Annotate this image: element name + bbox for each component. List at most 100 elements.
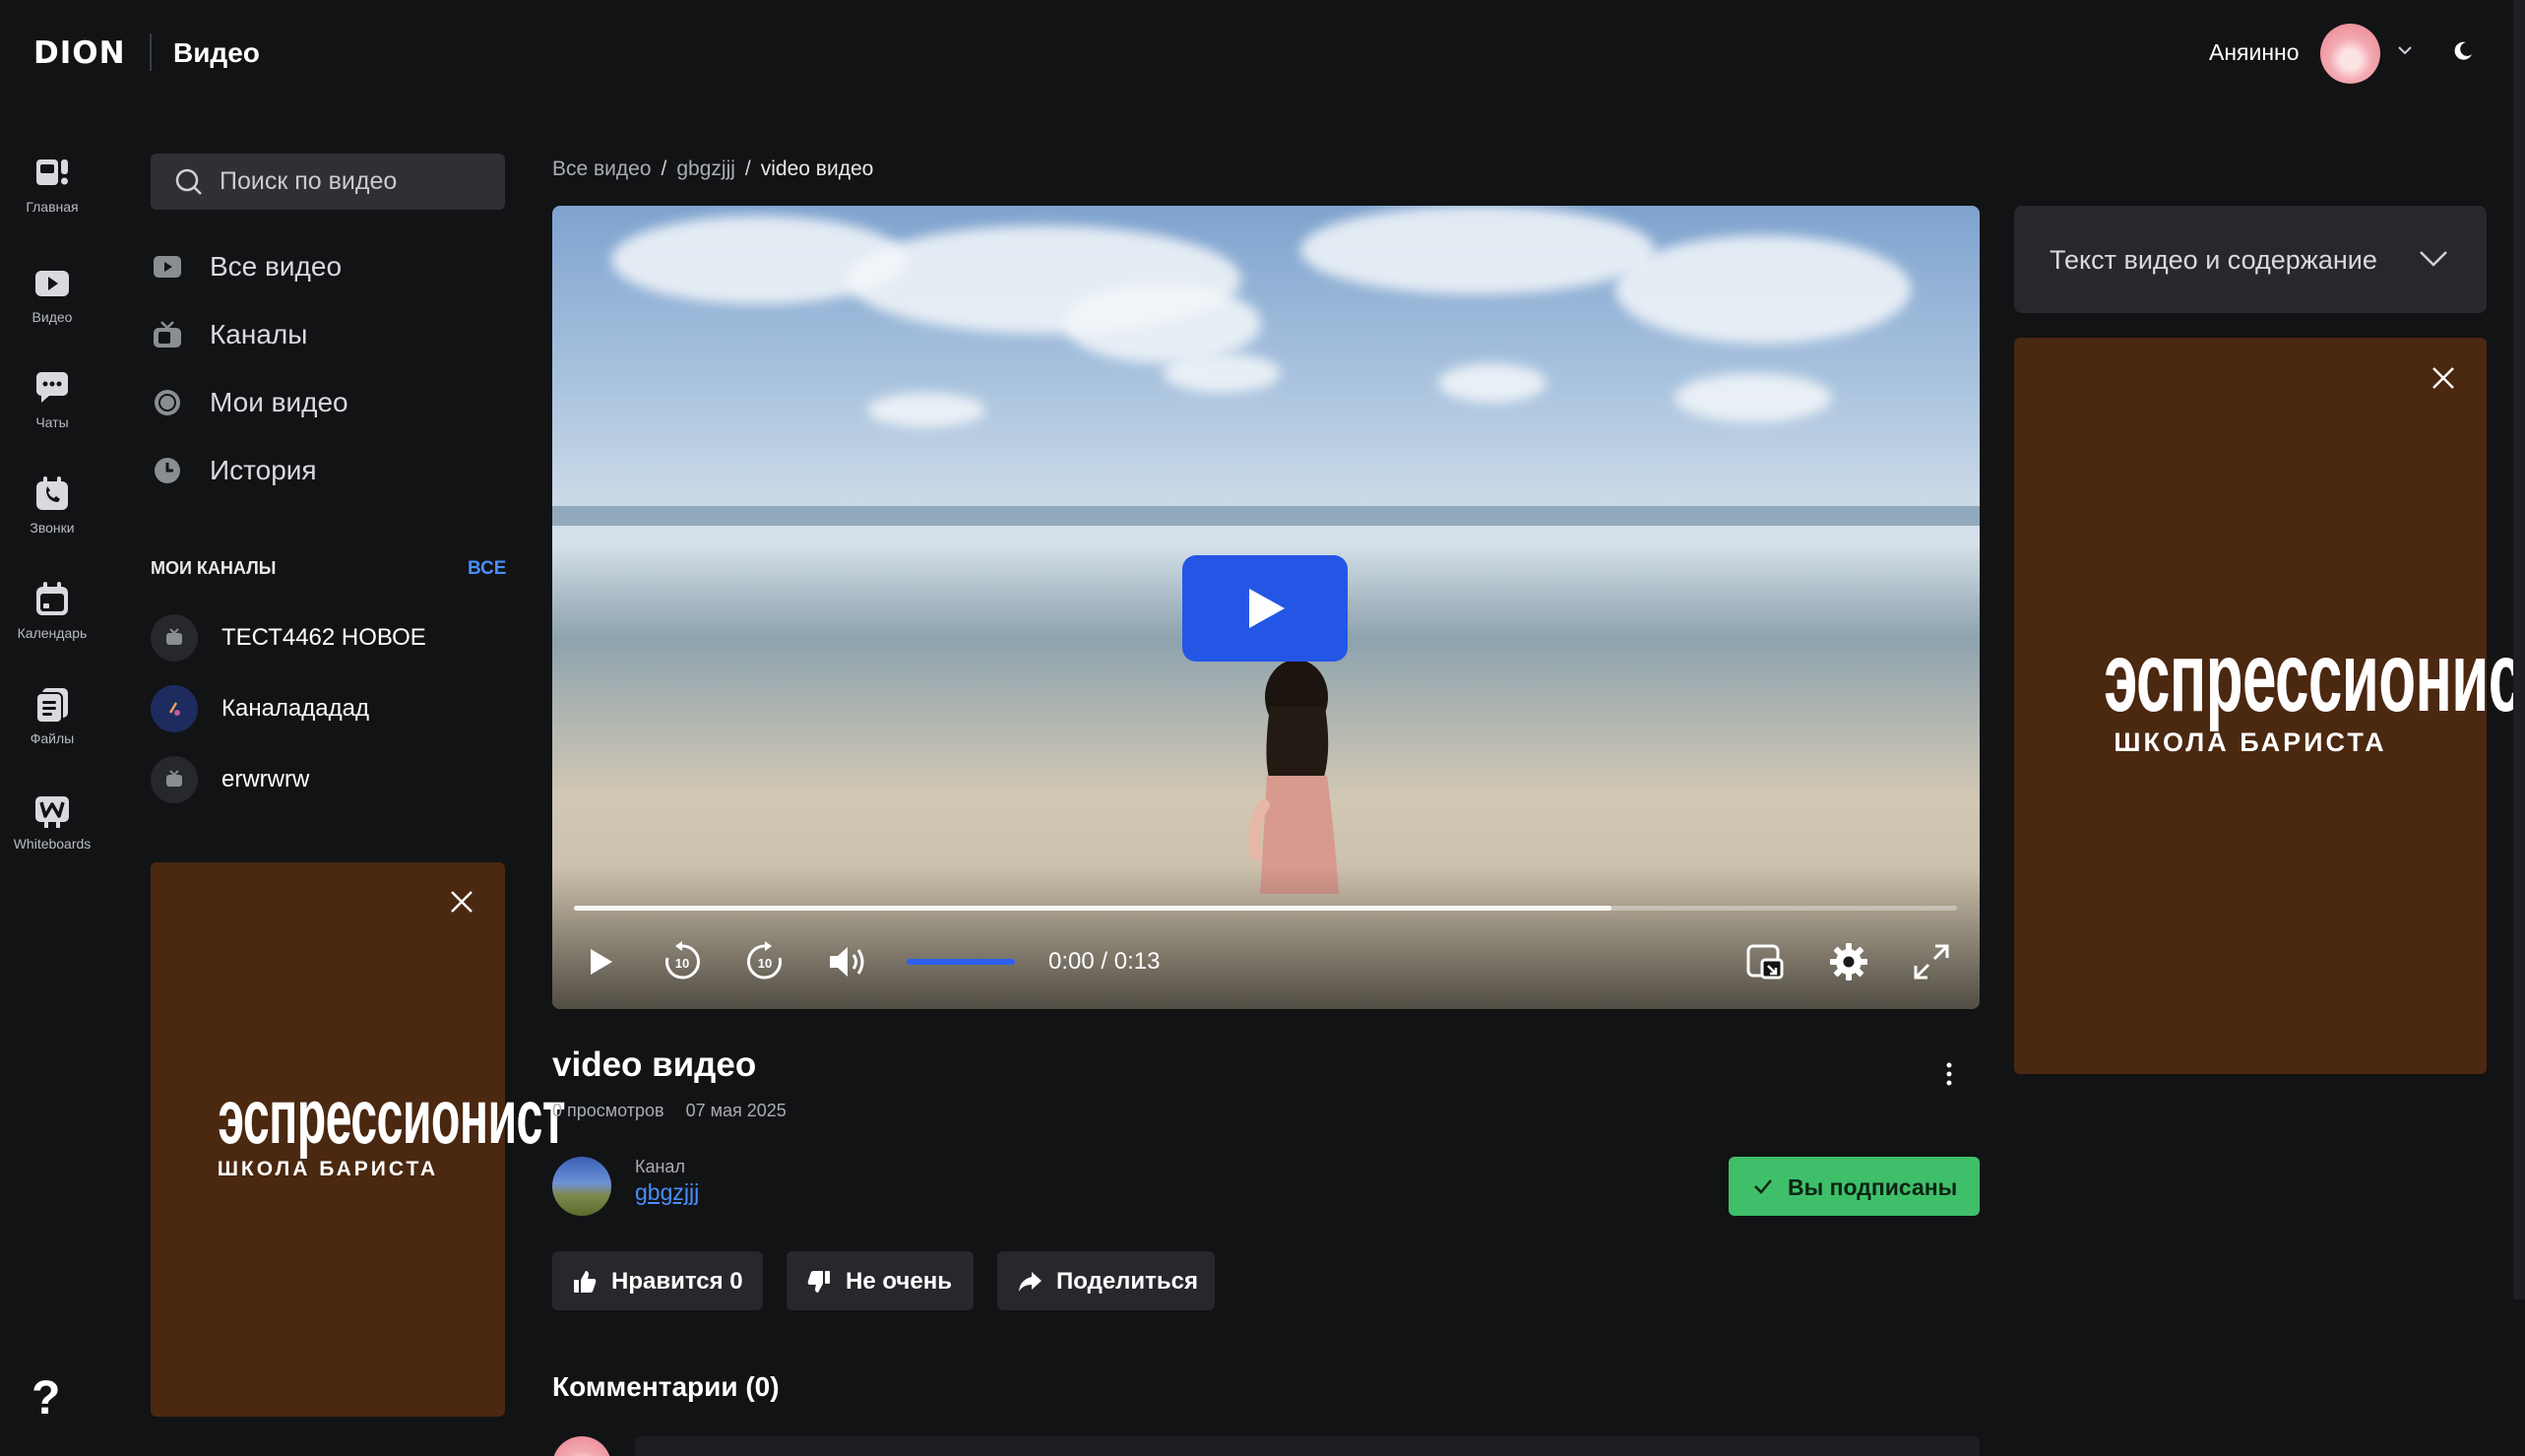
rail-label: Файлы xyxy=(30,730,75,746)
search-icon xyxy=(175,168,202,195)
ad-subtitle: ШКОЛА БАРИСТА xyxy=(217,1158,439,1180)
rail-item-video[interactable]: Видео xyxy=(0,264,104,325)
channel-avatar[interactable] xyxy=(552,1157,611,1216)
transcript-label: Текст видео и содержание xyxy=(2050,245,2377,275)
avatar[interactable] xyxy=(2320,24,2380,84)
dislike-label: Не очень xyxy=(846,1268,952,1295)
share-arrow-icon xyxy=(1019,1272,1042,1292)
picture-in-picture-icon[interactable] xyxy=(1744,940,1788,983)
play-icon[interactable] xyxy=(578,940,621,983)
subscribed-button[interactable]: Вы подписаны xyxy=(1729,1157,1980,1216)
more-options-icon[interactable] xyxy=(1937,1059,1961,1089)
nav-label: Мои видео xyxy=(210,387,348,417)
horizon xyxy=(552,506,1980,526)
progress-buffered xyxy=(574,906,1611,911)
nav-label: Все видео xyxy=(210,251,343,282)
view-count: 0 просмотров xyxy=(552,1101,664,1120)
svg-text:10: 10 xyxy=(675,956,689,971)
subscribed-label: Вы подписаны xyxy=(1788,1174,1958,1200)
progress-bar[interactable] xyxy=(574,906,1957,911)
channel-avatar xyxy=(151,685,198,732)
breadcrumb-separator: / xyxy=(661,158,667,180)
nav-label: История xyxy=(210,455,317,485)
publish-date: 07 мая 2025 xyxy=(685,1101,787,1120)
chevron-down-icon[interactable] xyxy=(2394,39,2416,61)
share-button[interactable]: Поделиться xyxy=(997,1251,1215,1310)
fullscreen-icon[interactable] xyxy=(1910,940,1953,983)
rail-label: Звонки xyxy=(30,520,75,536)
top-bar: DION Видео Аняинно xyxy=(0,0,2525,104)
my-channels-heading: МОИ КАНАЛЫ xyxy=(151,558,277,578)
logo-divider xyxy=(150,33,152,71)
video-icon xyxy=(35,271,69,296)
forward-10-icon[interactable]: 10 xyxy=(743,940,787,983)
channel-avatar xyxy=(151,756,198,803)
transcript-toggle[interactable]: Текст видео и содержание xyxy=(2014,206,2487,313)
breadcrumb-link[interactable]: gbgzjjj xyxy=(676,158,735,180)
volume-slider[interactable] xyxy=(907,959,1015,965)
record-icon xyxy=(155,390,180,415)
time-display: 0:00 / 0:13 xyxy=(1048,948,1161,975)
channel-link[interactable]: gbgzjjj xyxy=(635,1179,699,1206)
player-controls-background xyxy=(552,866,1980,1009)
chevron-down-icon xyxy=(2420,251,2447,267)
volume-icon[interactable] xyxy=(826,940,869,983)
rail-item-whiteboards[interactable]: Whiteboards xyxy=(0,791,104,852)
help-button[interactable]: ? xyxy=(32,1371,60,1425)
rail-item-calendar[interactable]: Календарь xyxy=(0,580,104,641)
nav-item-channels[interactable]: Каналы xyxy=(151,308,505,359)
rewind-10-icon[interactable]: 10 xyxy=(661,940,704,983)
thumbs-down-icon xyxy=(807,1271,830,1293)
thumbs-up-icon xyxy=(574,1271,597,1293)
share-label: Поделиться xyxy=(1056,1268,1199,1295)
close-icon[interactable] xyxy=(449,889,474,915)
channel-avatar xyxy=(151,614,198,662)
play-overlay-button[interactable] xyxy=(1182,555,1348,662)
close-icon[interactable] xyxy=(2430,365,2456,391)
check-icon xyxy=(1754,1179,1772,1194)
settings-gear-icon[interactable] xyxy=(1827,940,1870,983)
play-icon xyxy=(1249,589,1285,628)
channel-name: Каналададад xyxy=(221,695,369,722)
search-field[interactable] xyxy=(151,154,505,210)
channel-item[interactable]: Каналададад xyxy=(151,683,505,734)
rail-label: Whiteboards xyxy=(13,836,92,852)
rail-item-files[interactable]: Файлы xyxy=(0,685,104,746)
my-channels-all-link[interactable]: ВСЕ xyxy=(468,558,506,580)
calendar-icon xyxy=(36,582,68,615)
ad-banner-left[interactable]: эспрессионист ШКОЛА БАРИСТА xyxy=(151,862,566,1417)
breadcrumb-separator: / xyxy=(744,158,751,180)
ad-title: эспрессионист xyxy=(218,1073,565,1160)
nav-item-history[interactable]: История xyxy=(151,444,505,495)
channel-item[interactable]: erwrwrw xyxy=(151,754,505,805)
ad-banner-right[interactable]: эспрессионист ШКОЛА БАРИСТА xyxy=(2014,338,2525,1074)
moon-icon[interactable] xyxy=(2451,39,2475,63)
channel-item[interactable]: ТЕСТ4462 НОВОЕ xyxy=(151,612,505,664)
app-logo[interactable]: DION xyxy=(33,35,126,71)
comment-input[interactable] xyxy=(635,1436,1980,1456)
nav-item-my-videos[interactable]: Мои видео xyxy=(151,376,505,427)
page-title: Видео xyxy=(173,37,260,68)
rail-item-calls[interactable]: Звонки xyxy=(0,475,104,536)
breadcrumb: Все видео / gbgzjjj / video видео xyxy=(552,158,883,181)
tv-icon xyxy=(154,321,181,348)
nav-item-all-videos[interactable]: Все видео xyxy=(151,240,505,291)
rail-item-chats[interactable]: Чаты xyxy=(0,369,104,430)
like-label: Нравится 0 xyxy=(611,1268,743,1295)
ad-title: эспрессионист xyxy=(2104,622,2525,732)
rail-item-home[interactable]: Главная xyxy=(0,154,104,215)
video-title: video видео xyxy=(552,1045,757,1084)
rail-label: Чаты xyxy=(35,414,69,430)
page-scrollbar[interactable] xyxy=(2513,0,2525,1299)
tv-icon xyxy=(166,770,182,787)
ad-brand: эспрессионист ШКОЛА БАРИСТА xyxy=(2014,622,2525,758)
rail-label: Календарь xyxy=(17,625,88,641)
channel-logo-icon xyxy=(168,702,180,716)
channel-name: ТЕСТ4462 НОВОЕ xyxy=(221,624,426,651)
like-button[interactable]: Нравится 0 xyxy=(552,1251,763,1310)
user-name[interactable]: Аняинно xyxy=(2209,39,2300,66)
breadcrumb-link[interactable]: Все видео xyxy=(552,158,652,180)
dislike-button[interactable]: Не очень xyxy=(787,1251,974,1310)
search-input[interactable] xyxy=(220,154,495,210)
comment-avatar xyxy=(552,1436,611,1456)
